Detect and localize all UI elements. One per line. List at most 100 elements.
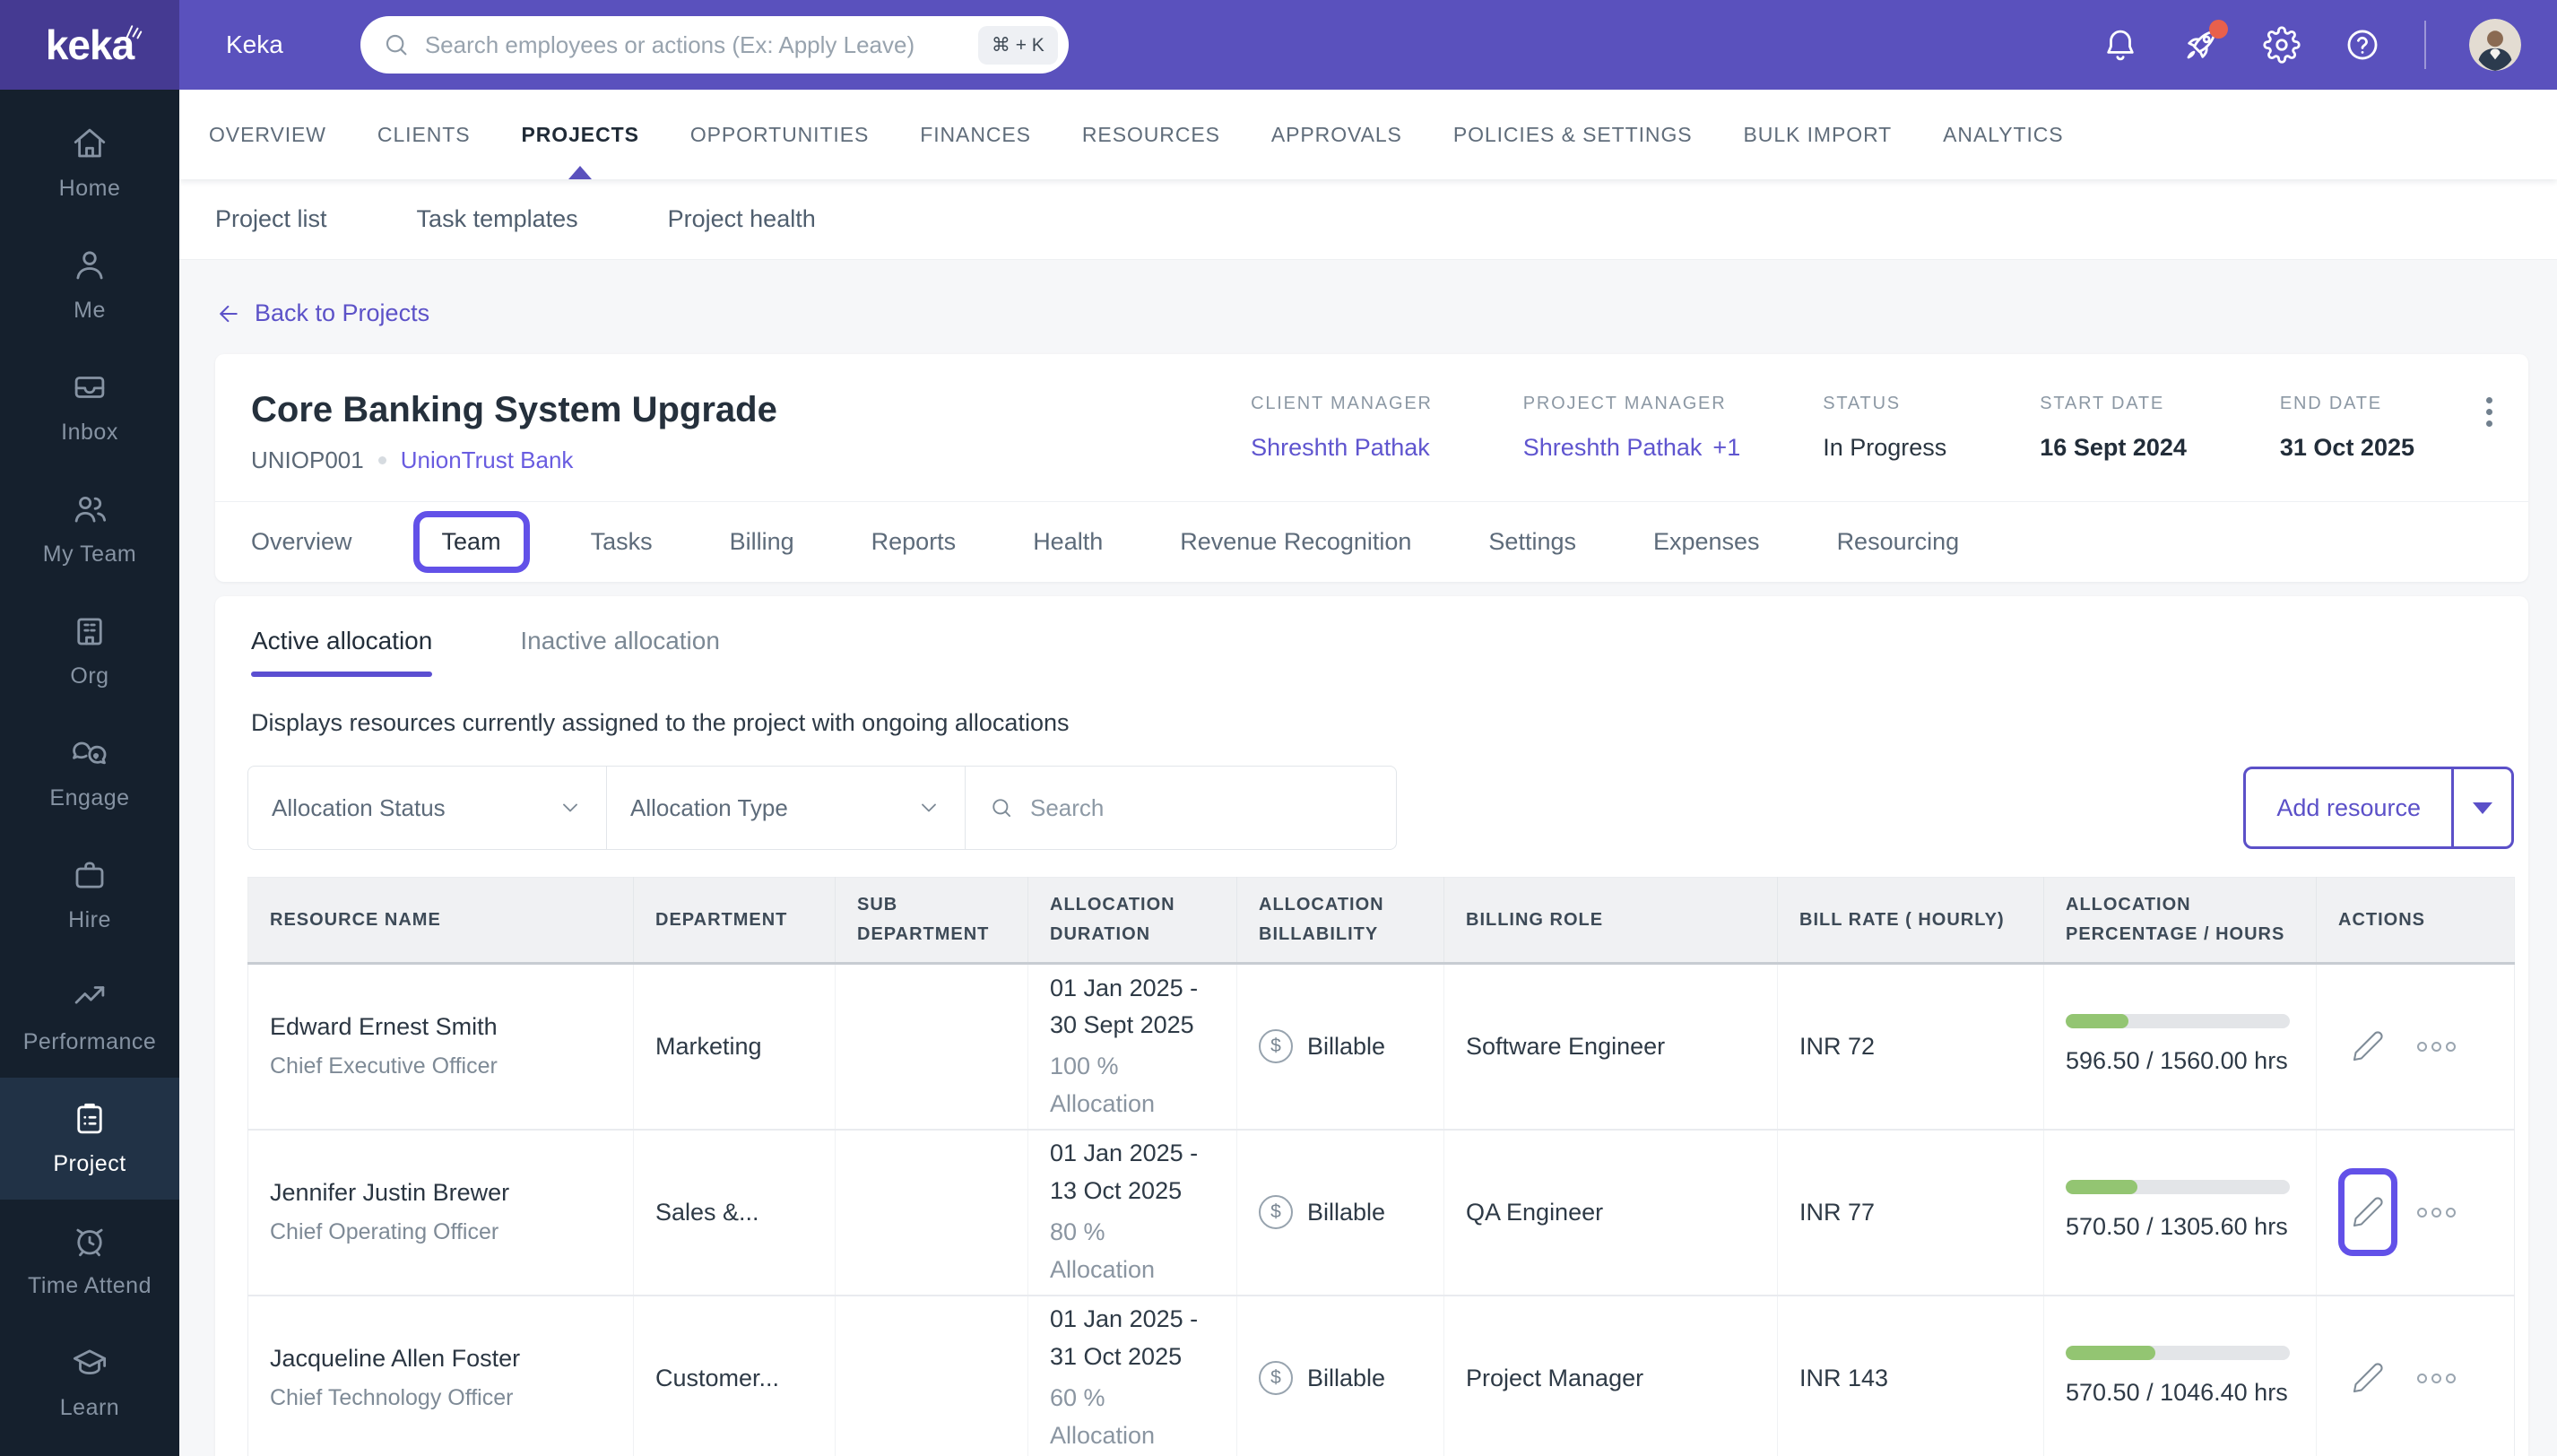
project-tab[interactable]: Health — [1033, 528, 1103, 556]
allocation-description: Displays resources currently assigned to… — [251, 709, 1070, 736]
whats-new-rocket-icon[interactable] — [2182, 20, 2228, 64]
sidebar-item-label: Performance — [22, 1029, 157, 1054]
project-tab[interactable]: Expenses — [1653, 528, 1760, 556]
sidebar-item[interactable]: Project — [0, 1078, 179, 1200]
allocation-hours: 570.50 / 1046.40 hrs — [2066, 1378, 2288, 1406]
main-nav-tab[interactable]: OVERVIEW — [209, 90, 326, 179]
column-header: RESOURCE NAME — [247, 877, 634, 965]
sidebar-item[interactable]: My Team — [0, 468, 179, 590]
sidebar-item[interactable]: Inbox — [0, 346, 179, 468]
more-actions-button[interactable] — [2417, 1041, 2456, 1052]
main-nav-tab[interactable]: RESOURCES — [1082, 90, 1220, 179]
main-nav-tab[interactable]: OPPORTUNITIES — [690, 90, 869, 179]
keka-logo[interactable]: keka — [0, 0, 179, 90]
allocation-type-dropdown[interactable]: Allocation Type — [607, 767, 966, 849]
sidebar-item-icon — [71, 612, 108, 650]
main-nav-tab[interactable]: PROJECTS — [522, 90, 639, 179]
project-tab[interactable]: Resourcing — [1837, 528, 1960, 556]
dollar-icon — [1259, 1195, 1293, 1229]
notifications-bell-icon[interactable] — [2102, 26, 2139, 64]
allocation-status-dropdown[interactable]: Allocation Status — [248, 767, 607, 849]
allocation-hours: 596.50 / 1560.00 hrs — [2066, 1047, 2288, 1074]
client-link[interactable]: UnionTrust Bank — [401, 446, 574, 474]
column-header: BILLING ROLE — [1443, 877, 1778, 965]
keka-logo-text: keka — [45, 22, 134, 68]
add-resource-dropdown-toggle[interactable] — [2454, 769, 2511, 846]
sidebar-item-icon — [71, 368, 108, 406]
secondary-nav-item[interactable]: Task templates — [417, 205, 578, 233]
main-nav-tab[interactable]: FINANCES — [920, 90, 1031, 179]
allocation-subtab[interactable]: Inactive allocation — [520, 627, 720, 677]
sidebar-item-label: Engage — [49, 785, 130, 810]
project-tab[interactable]: Billing — [730, 528, 794, 556]
edit-allocation-button[interactable] — [2338, 1334, 2397, 1422]
edit-allocation-button[interactable] — [2338, 1168, 2397, 1256]
add-resource-button[interactable]: Add resource — [2246, 769, 2454, 846]
back-to-projects-link[interactable]: Back to Projects — [215, 299, 429, 327]
table-row: Jennifer Justin Brewer Chief Operating O… — [247, 1129, 2515, 1296]
allocation-subtab[interactable]: Active allocation — [251, 627, 433, 677]
project-tab[interactable]: Tasks — [591, 528, 653, 556]
sidebar-item-label: Me — [74, 298, 106, 323]
global-search[interactable]: ⌘ + K — [360, 16, 1069, 74]
search-shortcut-badge: ⌘ + K — [977, 25, 1058, 65]
project-more-menu-icon[interactable] — [2486, 390, 2492, 427]
pencil-icon — [2351, 1029, 2385, 1063]
chevron-down-icon — [558, 795, 583, 820]
resource-search-input[interactable] — [1030, 793, 1373, 822]
secondary-nav-item[interactable]: Project list — [215, 205, 327, 233]
settings-gear-icon[interactable] — [2263, 26, 2301, 64]
column-header: DEPARTMENT — [633, 877, 836, 965]
more-actions-button[interactable] — [2417, 1373, 2456, 1383]
add-resource-split-button: Add resource — [2243, 767, 2514, 849]
resource-name: Edward Ernest Smith — [270, 1013, 498, 1041]
app-name: Keka — [226, 30, 283, 58]
allocation-duration-cell: 01 Jan 2025 - 31 Oct 2025 60 % Allocatio… — [1027, 1295, 1237, 1456]
column-header: BILL RATE ( HOURLY) — [1777, 877, 2044, 965]
dollar-icon — [1259, 1029, 1293, 1064]
billability-cell: Billable — [1236, 963, 1444, 1131]
edit-allocation-button[interactable] — [2338, 1002, 2397, 1090]
project-tab[interactable]: Overview — [251, 528, 352, 556]
sidebar-item[interactable]: Me — [0, 224, 179, 346]
pencil-icon — [2351, 1361, 2385, 1395]
main-nav-tab[interactable]: APPROVALS — [1271, 90, 1402, 179]
sidebar-item[interactable]: Org — [0, 590, 179, 712]
user-avatar[interactable] — [2469, 19, 2521, 71]
project-tab[interactable]: Revenue Recognition — [1180, 528, 1411, 556]
global-search-input[interactable] — [424, 30, 978, 59]
project-title: Core Banking System Upgrade — [251, 390, 777, 429]
secondary-nav-item[interactable]: Project health — [668, 205, 816, 233]
resource-search[interactable] — [966, 767, 1396, 849]
resource-title: Chief Technology Officer — [270, 1385, 514, 1410]
resource-name-cell: Jennifer Justin Brewer Chief Operating O… — [247, 1129, 634, 1296]
duration: 01 Jan 2025 - 30 Sept 2025 — [1050, 974, 1199, 1039]
sidebar-item[interactable]: Hire — [0, 834, 179, 956]
sidebar-item-icon — [71, 734, 108, 772]
help-icon[interactable] — [2344, 26, 2381, 64]
billability-label: Billable — [1307, 1198, 1386, 1226]
sidebar-item-label: Home — [58, 176, 121, 201]
main-nav-tab[interactable]: BULK IMPORT — [1744, 90, 1893, 179]
sidebar-item[interactable]: Performance — [0, 956, 179, 1078]
sidebar-item[interactable]: Home — [0, 102, 179, 224]
sidebar-item-label: Project — [53, 1151, 126, 1176]
project-tab[interactable]: Reports — [871, 528, 957, 556]
main-nav-tab[interactable]: POLICIES & SETTINGS — [1453, 90, 1693, 179]
allocation-duration-cell: 01 Jan 2025 - 13 Oct 2025 80 % Allocatio… — [1027, 1129, 1237, 1296]
project-tab[interactable]: Team — [412, 511, 530, 573]
more-actions-button[interactable] — [2417, 1207, 2456, 1218]
main-nav-tab[interactable]: CLIENTS — [377, 90, 471, 179]
main-nav-tab[interactable]: ANALYTICS — [1943, 90, 2063, 179]
sidebar-item[interactable]: Learn — [0, 1322, 179, 1443]
resource-name-cell: Edward Ernest Smith Chief Executive Offi… — [247, 963, 634, 1131]
meta-value: 16 Sept 2024 — [2040, 434, 2187, 461]
project-tab[interactable]: Settings — [1488, 528, 1576, 556]
sidebar-item[interactable]: Engage — [0, 712, 179, 834]
bill-rate-cell: INR 143 — [1777, 1295, 2044, 1456]
meta-extra[interactable]: +1 — [1712, 434, 1740, 462]
sidebar-item[interactable]: Time Attend — [0, 1200, 179, 1322]
meta-label: START DATE — [2040, 394, 2165, 413]
column-header: ALLOCATION PERCENTAGE / HOURS — [2043, 877, 2317, 965]
sidebar-item-label: Inbox — [61, 420, 118, 445]
